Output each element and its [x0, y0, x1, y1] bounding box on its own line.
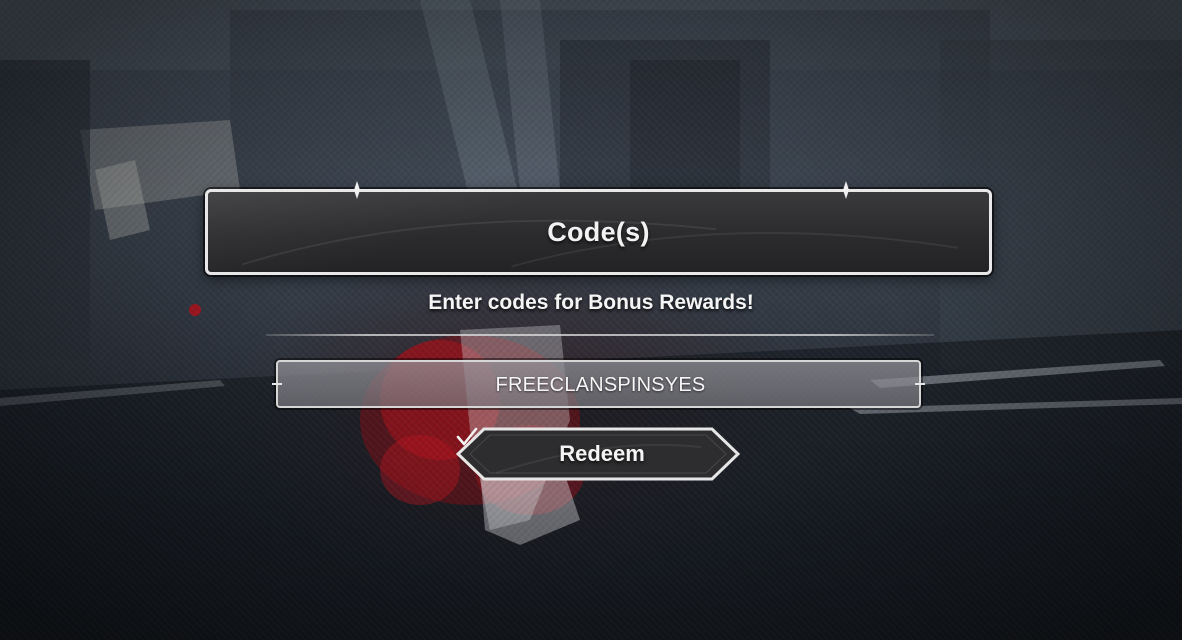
- divider: [266, 334, 934, 336]
- input-tick-left: [272, 383, 282, 385]
- input-tick-right: [915, 383, 925, 385]
- game-scene: Code(s) Enter codes for Bonus Rewards! R…: [0, 0, 1182, 640]
- redeem-button-label: Redeem: [559, 441, 645, 466]
- scene-background: [0, 0, 1182, 640]
- dialog-title: Code(s): [547, 216, 650, 247]
- redeem-button[interactable]: Redeem: [456, 427, 740, 481]
- dialog-title-bar: Code(s): [205, 181, 992, 275]
- dialog-subtitle: Enter codes for Bonus Rewards!: [428, 291, 754, 314]
- code-input[interactable]: [278, 362, 923, 408]
- code-input-frame: [272, 360, 925, 408]
